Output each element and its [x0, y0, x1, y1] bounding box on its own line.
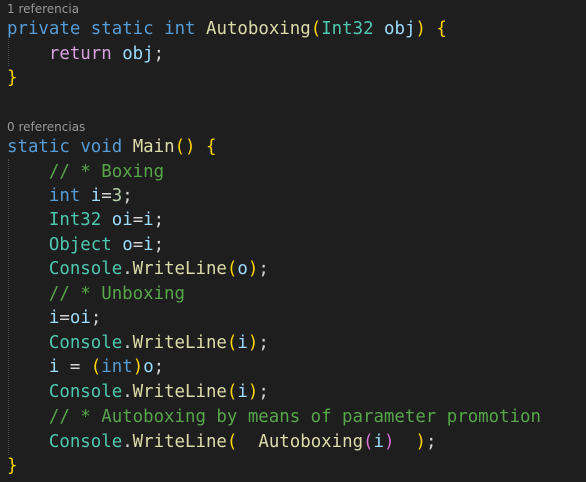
method-name: Main: [132, 137, 175, 157]
type-name: Int32: [321, 19, 374, 39]
variable: oi: [69, 308, 91, 328]
type-name: Console: [48, 382, 123, 402]
type-name: Object: [48, 235, 112, 255]
method-name: Autoboxing: [206, 19, 311, 39]
code-line-12[interactable]: i=oi;: [7, 306, 101, 330]
code-line-11[interactable]: // * Unboxing: [7, 282, 185, 306]
variable: obj: [122, 44, 154, 64]
paren: ): [415, 19, 426, 39]
code-line-2[interactable]: return obj;: [7, 42, 164, 66]
variable: i: [237, 333, 248, 353]
keyword: static: [90, 19, 154, 39]
keyword: void: [80, 137, 123, 157]
variable: i: [90, 186, 102, 206]
code-line-1[interactable]: private static int Autoboxing(Int32 obj)…: [7, 17, 447, 41]
keyword: private: [7, 19, 81, 39]
keyword: return: [48, 44, 112, 64]
code-line-5[interactable]: static void Main() {: [7, 135, 217, 159]
variable: i: [48, 308, 60, 328]
paren: (: [226, 432, 238, 452]
brace: }: [7, 68, 18, 88]
paren: (: [226, 382, 238, 402]
paren: ): [247, 333, 259, 353]
parameter-name: obj: [384, 19, 416, 39]
type-name: Int32: [48, 210, 102, 230]
brace: {: [436, 19, 447, 39]
punctuation: ;: [153, 44, 165, 64]
code-line-3[interactable]: }: [7, 66, 17, 90]
paren: ): [384, 432, 395, 452]
number: 3: [111, 186, 123, 206]
type-name: Console: [48, 259, 123, 279]
brace: }: [7, 456, 18, 476]
paren: (: [226, 259, 238, 279]
variable: o: [237, 259, 248, 279]
comment: // * Autoboxing by means of parameter pr…: [48, 407, 541, 427]
code-line-14[interactable]: i = (int)o;: [7, 355, 164, 379]
code-line-10[interactable]: Console.WriteLine(o);: [7, 257, 269, 281]
code-line-16[interactable]: // * Autoboxing by means of parameter pr…: [7, 405, 541, 429]
method-name: Autoboxing: [258, 432, 364, 452]
paren: ): [132, 357, 144, 377]
code-line-9[interactable]: Object o=i;: [7, 233, 164, 257]
variable: i: [143, 210, 154, 230]
paren: ): [247, 259, 259, 279]
method-name: WriteLine: [132, 382, 227, 402]
paren: (: [90, 357, 102, 377]
type-name: Console: [48, 432, 123, 452]
method-name: WriteLine: [132, 432, 227, 452]
code-editor[interactable]: 1 referencia private static int Autoboxi…: [0, 0, 586, 482]
paren: (): [174, 137, 196, 157]
codelens-references[interactable]: 1 referencia: [7, 2, 79, 16]
code-line-18[interactable]: }: [7, 454, 17, 478]
code-line-17[interactable]: Console.WriteLine( Autoboxing(i) );: [7, 430, 437, 454]
code-line-8[interactable]: Int32 oi=i;: [7, 208, 164, 232]
brace: {: [206, 137, 217, 157]
code-line-6[interactable]: // * Boxing: [7, 160, 164, 184]
comment: // * Unboxing: [48, 284, 186, 304]
code-line-13[interactable]: Console.WriteLine(i);: [7, 331, 269, 355]
comment: // * Boxing: [48, 162, 165, 182]
variable: o: [122, 235, 133, 255]
keyword: int: [164, 19, 196, 39]
method-name: WriteLine: [132, 259, 227, 279]
method-name: WriteLine: [132, 333, 227, 353]
paren: (: [363, 432, 374, 452]
paren: ): [415, 432, 426, 452]
variable: i: [143, 235, 154, 255]
keyword: static: [7, 137, 70, 157]
variable: oi: [111, 210, 133, 230]
code-line-7[interactable]: int i=3;: [7, 184, 133, 208]
codelens-references[interactable]: 0 referencias: [7, 120, 85, 134]
type-name: Console: [48, 333, 123, 353]
paren: (: [310, 19, 322, 39]
paren: (: [226, 333, 238, 353]
variable: i: [237, 382, 248, 402]
code-line-15[interactable]: Console.WriteLine(i);: [7, 380, 269, 404]
variable: o: [143, 357, 154, 377]
keyword: int: [48, 186, 81, 206]
variable: i: [373, 432, 385, 452]
keyword: int: [101, 357, 133, 377]
paren: ): [247, 382, 259, 402]
variable: i: [48, 357, 60, 377]
